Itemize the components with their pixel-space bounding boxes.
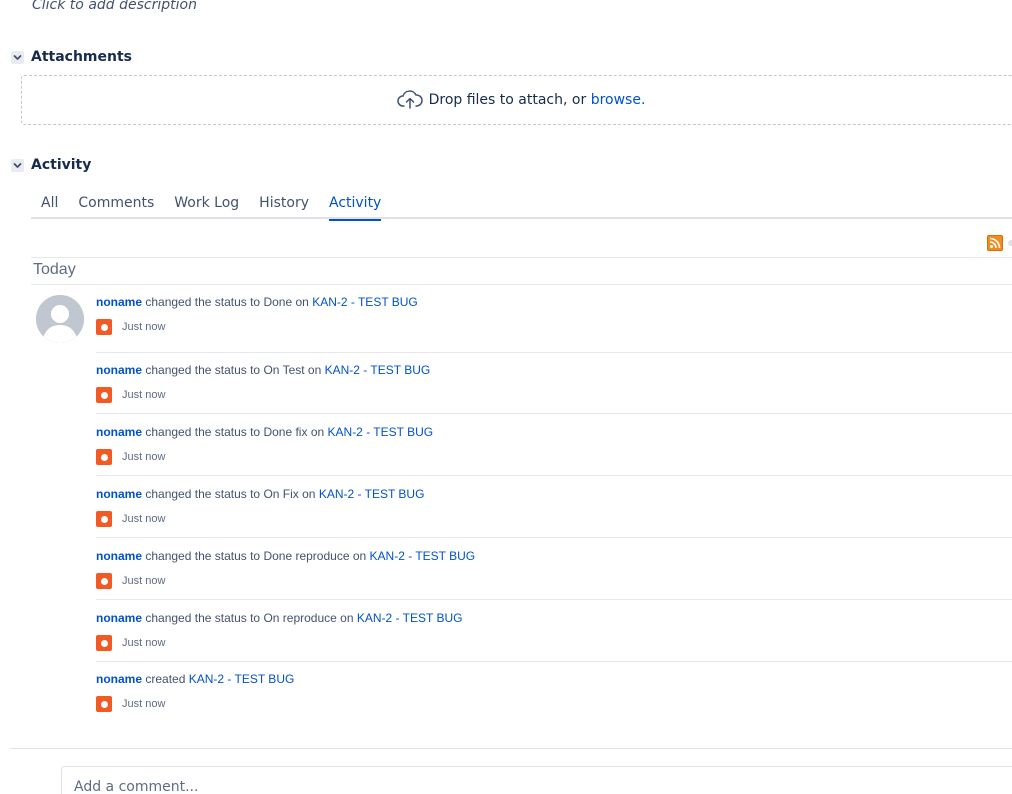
entry-text: noname changed the status to On Fix on K… (96, 487, 424, 501)
entry-preposition: on (310, 425, 325, 439)
issue-link[interactable]: KAN-2 - TEST BUG (328, 425, 434, 439)
user-link[interactable]: noname (96, 611, 142, 625)
issue-detail-page: Click to add description Attachments Dro… (0, 0, 1012, 794)
avatar[interactable] (36, 295, 84, 343)
divider (96, 475, 1012, 476)
entry-meta: Just now (96, 387, 165, 403)
user-link[interactable]: noname (96, 487, 142, 501)
entry-action: changed the status to On reproduce (145, 611, 337, 625)
entry-meta: Just now (96, 635, 165, 651)
description-placeholder[interactable]: Click to add description (32, 0, 197, 13)
entry-time: Just now (122, 698, 166, 710)
divider (96, 413, 1012, 414)
tab-history[interactable]: History (249, 193, 319, 219)
issue-link[interactable]: KAN-2 - TEST BUG (312, 295, 418, 309)
entry-preposition: on (352, 549, 367, 563)
add-comment-input[interactable]: Add a comment... (61, 766, 1012, 794)
user-link[interactable]: noname (96, 549, 142, 563)
tab-work-log[interactable]: Work Log (164, 193, 249, 219)
entry-preposition: on (302, 487, 316, 501)
tab-all[interactable]: All (31, 193, 68, 219)
entry-time: Just now (122, 575, 166, 587)
entry-meta: Just now (96, 696, 165, 712)
activity-title: Activity (31, 157, 92, 173)
divider (96, 352, 1012, 353)
entry-meta: Just now (96, 319, 165, 335)
entry-text: noname changed the status to Done on KAN… (96, 295, 418, 309)
divider (11, 748, 1012, 749)
app-icon (96, 696, 112, 712)
tab-activity[interactable]: Activity (319, 193, 391, 221)
issue-link[interactable]: KAN-2 - TEST BUG (189, 672, 295, 686)
attachments-title: Attachments (31, 49, 133, 65)
app-icon (96, 319, 112, 335)
divider (96, 599, 1012, 600)
entry-time: Just now (122, 321, 166, 333)
day-heading: Today (33, 261, 76, 278)
divider (31, 257, 1012, 258)
entry-action: changed the status to On Fix (145, 487, 299, 501)
drop-text: Drop files to attach, or (428, 92, 587, 108)
issue-link[interactable]: KAN-2 - TEST BUG (325, 363, 431, 377)
attachments-header[interactable]: Attachments (11, 48, 132, 66)
attachment-dropzone[interactable]: Drop files to attach, or browse. (21, 75, 1012, 125)
chevron-down-icon[interactable] (11, 50, 24, 64)
activity-tabs: All Comments Work Log History Activity (31, 193, 1012, 221)
entry-preposition: on (295, 295, 309, 309)
app-icon (96, 511, 112, 527)
entry-text: noname created KAN-2 - TEST BUG (96, 672, 294, 686)
entry-text: noname changed the status to On reproduc… (96, 611, 462, 625)
user-link[interactable]: noname (96, 672, 142, 686)
divider (31, 284, 1012, 285)
entry-time: Just now (122, 451, 166, 463)
entry-action: changed the status to Done reproduce (145, 549, 350, 563)
entry-meta: Just now (96, 511, 165, 527)
entry-action: changed the status to Done fix (145, 425, 308, 439)
entry-action: changed the status to Done (145, 295, 293, 309)
user-link[interactable]: noname (96, 425, 142, 439)
app-icon (96, 387, 112, 403)
entry-action: changed the status to On Test (145, 363, 305, 377)
app-icon (96, 449, 112, 465)
feed-options-icon[interactable] (1008, 240, 1012, 246)
chevron-down-icon[interactable] (11, 158, 24, 172)
entry-meta: Just now (96, 449, 165, 465)
activity-header[interactable]: Activity (11, 156, 91, 174)
issue-link[interactable]: KAN-2 - TEST BUG (357, 611, 463, 625)
issue-link[interactable]: KAN-2 - TEST BUG (319, 487, 425, 501)
entry-text: noname changed the status to Done reprod… (96, 549, 475, 563)
user-link[interactable]: noname (96, 363, 142, 377)
entry-time: Just now (122, 513, 166, 525)
browse-link[interactable]: browse. (591, 92, 646, 108)
cloud-upload-icon (396, 90, 423, 110)
entry-time: Just now (122, 637, 166, 649)
entry-meta: Just now (96, 573, 165, 589)
issue-link[interactable]: KAN-2 - TEST BUG (370, 549, 476, 563)
entry-preposition: on (340, 611, 354, 625)
entry-text: noname changed the status to On Test on … (96, 363, 430, 377)
divider (96, 537, 1012, 538)
rss-feed-icon[interactable] (987, 235, 1003, 251)
entry-preposition: on (307, 363, 322, 377)
entry-time: Just now (122, 389, 166, 401)
tab-comments[interactable]: Comments (68, 193, 164, 219)
divider (96, 661, 1012, 662)
entry-action: created (145, 672, 186, 686)
app-icon (96, 573, 112, 589)
user-link[interactable]: noname (96, 295, 142, 309)
entry-text: noname changed the status to Done fix on… (96, 425, 433, 439)
app-icon (96, 635, 112, 651)
